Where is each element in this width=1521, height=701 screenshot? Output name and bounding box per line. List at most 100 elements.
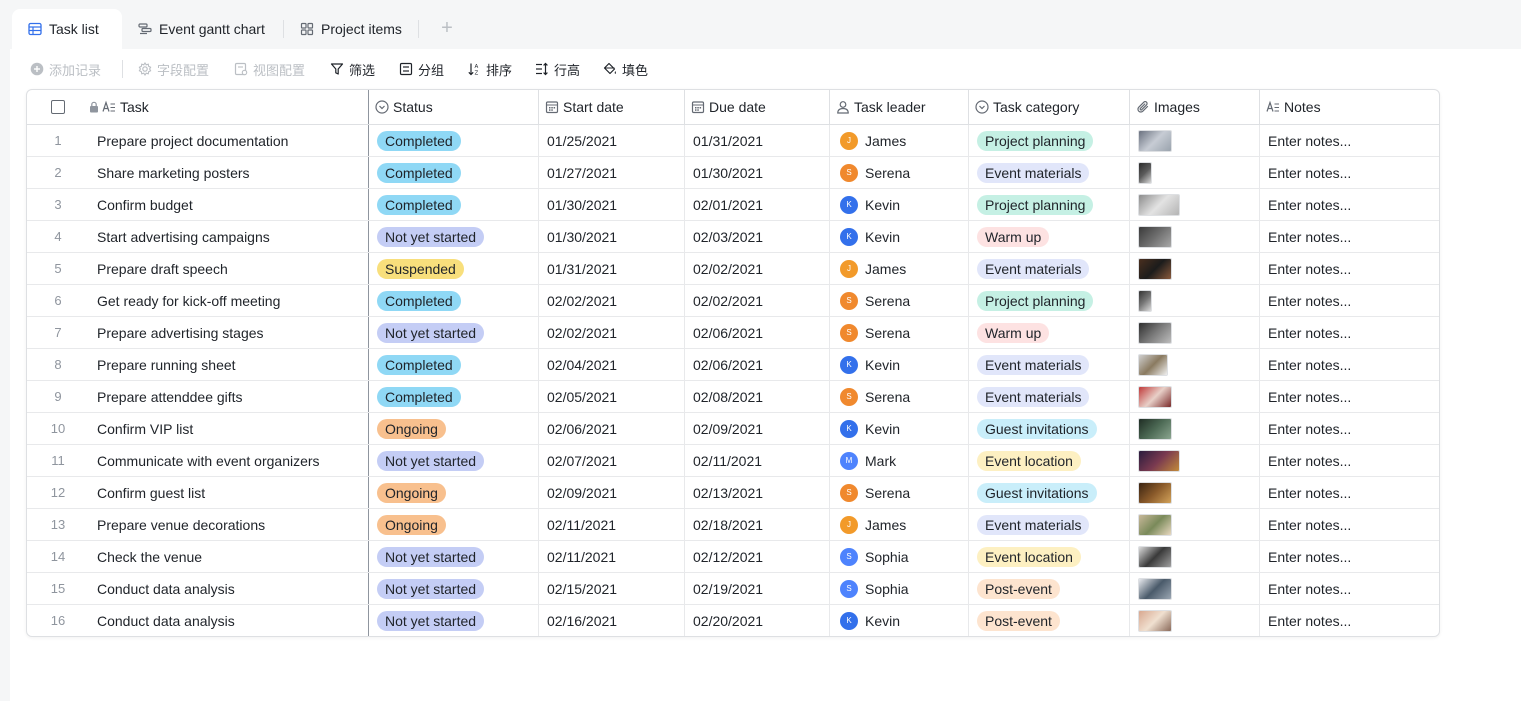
task-cell[interactable]: Prepare attenddee gifts — [89, 381, 369, 412]
tab-event-gantt-chart[interactable]: Event gantt chart — [138, 9, 265, 49]
status-cell[interactable]: Completed — [369, 157, 539, 188]
images-cell[interactable] — [1130, 605, 1260, 636]
image-thumbnail[interactable] — [1138, 481, 1172, 504]
due-date-cell[interactable]: 02/11/2021 — [685, 445, 830, 476]
notes-cell[interactable]: Enter notes... — [1260, 253, 1439, 284]
due-date-cell[interactable]: 02/06/2021 — [685, 349, 830, 380]
task-leader-cell[interactable]: K Kevin — [830, 221, 969, 252]
task-cell[interactable]: Get ready for kick-off meeting — [89, 285, 369, 316]
due-date-cell[interactable]: 02/02/2021 — [685, 253, 830, 284]
images-cell[interactable] — [1130, 541, 1260, 572]
status-cell[interactable]: Completed — [369, 381, 539, 412]
header-start-date[interactable]: Start date — [539, 90, 685, 124]
task-category-cell[interactable]: Event materials — [969, 253, 1130, 284]
start-date-cell[interactable]: 02/07/2021 — [539, 445, 685, 476]
notes-cell[interactable]: Enter notes... — [1260, 445, 1439, 476]
images-cell[interactable] — [1130, 573, 1260, 604]
group-button[interactable]: 分组 — [399, 59, 444, 79]
tab-task-list[interactable]: Task list — [12, 9, 122, 49]
header-due-date[interactable]: Due date — [685, 90, 830, 124]
task-category-cell[interactable]: Warm up — [969, 317, 1130, 348]
task-category-cell[interactable]: Event location — [969, 541, 1130, 572]
task-leader-cell[interactable]: M Mark — [830, 445, 969, 476]
due-date-cell[interactable]: 02/20/2021 — [685, 605, 830, 636]
table-row[interactable]: 2 Share marketing posters Completed 01/27/2… — [27, 157, 1439, 189]
notes-cell[interactable]: Enter notes... — [1260, 317, 1439, 348]
images-cell[interactable] — [1130, 381, 1260, 412]
image-thumbnail[interactable] — [1138, 385, 1172, 408]
image-thumbnail[interactable] — [1138, 577, 1172, 600]
image-thumbnail[interactable] — [1138, 289, 1152, 312]
start-date-cell[interactable]: 02/06/2021 — [539, 413, 685, 444]
table-row[interactable]: 9 Prepare attenddee gifts Completed 02/05/2… — [27, 381, 1439, 413]
task-leader-cell[interactable]: S Serena — [830, 317, 969, 348]
table-row[interactable]: 6 Get ready for kick-off meeting Completed… — [27, 285, 1439, 317]
due-date-cell[interactable]: 02/19/2021 — [685, 573, 830, 604]
task-cell[interactable]: Confirm budget — [89, 189, 369, 220]
due-date-cell[interactable]: 02/06/2021 — [685, 317, 830, 348]
status-cell[interactable]: Not yet started — [369, 605, 539, 636]
status-cell[interactable]: Ongoing — [369, 413, 539, 444]
task-cell[interactable]: Conduct data analysis — [89, 605, 369, 636]
notes-cell[interactable]: Enter notes... — [1260, 189, 1439, 220]
task-cell[interactable]: Prepare draft speech — [89, 253, 369, 284]
header-task[interactable]: Task — [27, 90, 369, 124]
start-date-cell[interactable]: 01/25/2021 — [539, 125, 685, 156]
images-cell[interactable] — [1130, 413, 1260, 444]
table-row[interactable]: 4 Start advertising campaigns Not yet star… — [27, 221, 1439, 253]
images-cell[interactable] — [1130, 221, 1260, 252]
task-category-cell[interactable]: Project planning — [969, 285, 1130, 316]
images-cell[interactable] — [1130, 477, 1260, 508]
start-date-cell[interactable]: 01/30/2021 — [539, 189, 685, 220]
filter-button[interactable]: 筛选 — [330, 59, 375, 79]
status-cell[interactable]: Completed — [369, 189, 539, 220]
image-thumbnail[interactable] — [1138, 193, 1180, 216]
images-cell[interactable] — [1130, 445, 1260, 476]
due-date-cell[interactable]: 02/02/2021 — [685, 285, 830, 316]
table-row[interactable]: 7 Prepare advertising stages Not yet start… — [27, 317, 1439, 349]
task-category-cell[interactable]: Guest invitations — [969, 413, 1130, 444]
due-date-cell[interactable]: 01/30/2021 — [685, 157, 830, 188]
header-status[interactable]: Status — [369, 90, 539, 124]
start-date-cell[interactable]: 02/02/2021 — [539, 317, 685, 348]
start-date-cell[interactable]: 01/31/2021 — [539, 253, 685, 284]
task-category-cell[interactable]: Event materials — [969, 381, 1130, 412]
task-category-cell[interactable]: Post-event — [969, 605, 1130, 636]
status-cell[interactable]: Completed — [369, 285, 539, 316]
notes-cell[interactable]: Enter notes... — [1260, 285, 1439, 316]
due-date-cell[interactable]: 02/03/2021 — [685, 221, 830, 252]
due-date-cell[interactable]: 02/01/2021 — [685, 189, 830, 220]
task-cell[interactable]: Communicate with event organizers — [89, 445, 369, 476]
status-cell[interactable]: Not yet started — [369, 317, 539, 348]
due-date-cell[interactable]: 02/13/2021 — [685, 477, 830, 508]
view-config-button[interactable]: 视图配置 — [234, 59, 305, 79]
add-record-button[interactable]: 添加记录 — [30, 59, 101, 79]
due-date-cell[interactable]: 01/31/2021 — [685, 125, 830, 156]
task-leader-cell[interactable]: J James — [830, 125, 969, 156]
status-cell[interactable]: Not yet started — [369, 445, 539, 476]
status-cell[interactable]: Completed — [369, 349, 539, 380]
images-cell[interactable] — [1130, 189, 1260, 220]
start-date-cell[interactable]: 01/30/2021 — [539, 221, 685, 252]
task-cell[interactable]: Prepare advertising stages — [89, 317, 369, 348]
table-row[interactable]: 15 Conduct data analysis Not yet started 02… — [27, 573, 1439, 605]
task-leader-cell[interactable]: S Sophia — [830, 541, 969, 572]
header-images[interactable]: Images — [1130, 90, 1260, 124]
task-leader-cell[interactable]: S Serena — [830, 285, 969, 316]
row-height-button[interactable]: 行高 — [535, 59, 580, 79]
status-cell[interactable]: Completed — [369, 125, 539, 156]
table-row[interactable]: 1 Prepare project documentation Completed 0… — [27, 125, 1439, 157]
table-row[interactable]: 13 Prepare venue decorations Ongoing 02/11/… — [27, 509, 1439, 541]
task-leader-cell[interactable]: S Serena — [830, 477, 969, 508]
task-cell[interactable]: Prepare running sheet — [89, 349, 369, 380]
image-thumbnail[interactable] — [1138, 161, 1152, 184]
image-thumbnail[interactable] — [1138, 545, 1172, 568]
status-cell[interactable]: Not yet started — [369, 573, 539, 604]
table-row[interactable]: 8 Prepare running sheet Completed 02/04/202… — [27, 349, 1439, 381]
image-thumbnail[interactable] — [1138, 513, 1172, 536]
start-date-cell[interactable]: 02/02/2021 — [539, 285, 685, 316]
tab-project-items[interactable]: Project items — [300, 9, 402, 49]
notes-cell[interactable]: Enter notes... — [1260, 125, 1439, 156]
task-cell[interactable]: Share marketing posters — [89, 157, 369, 188]
task-leader-cell[interactable]: S Serena — [830, 381, 969, 412]
